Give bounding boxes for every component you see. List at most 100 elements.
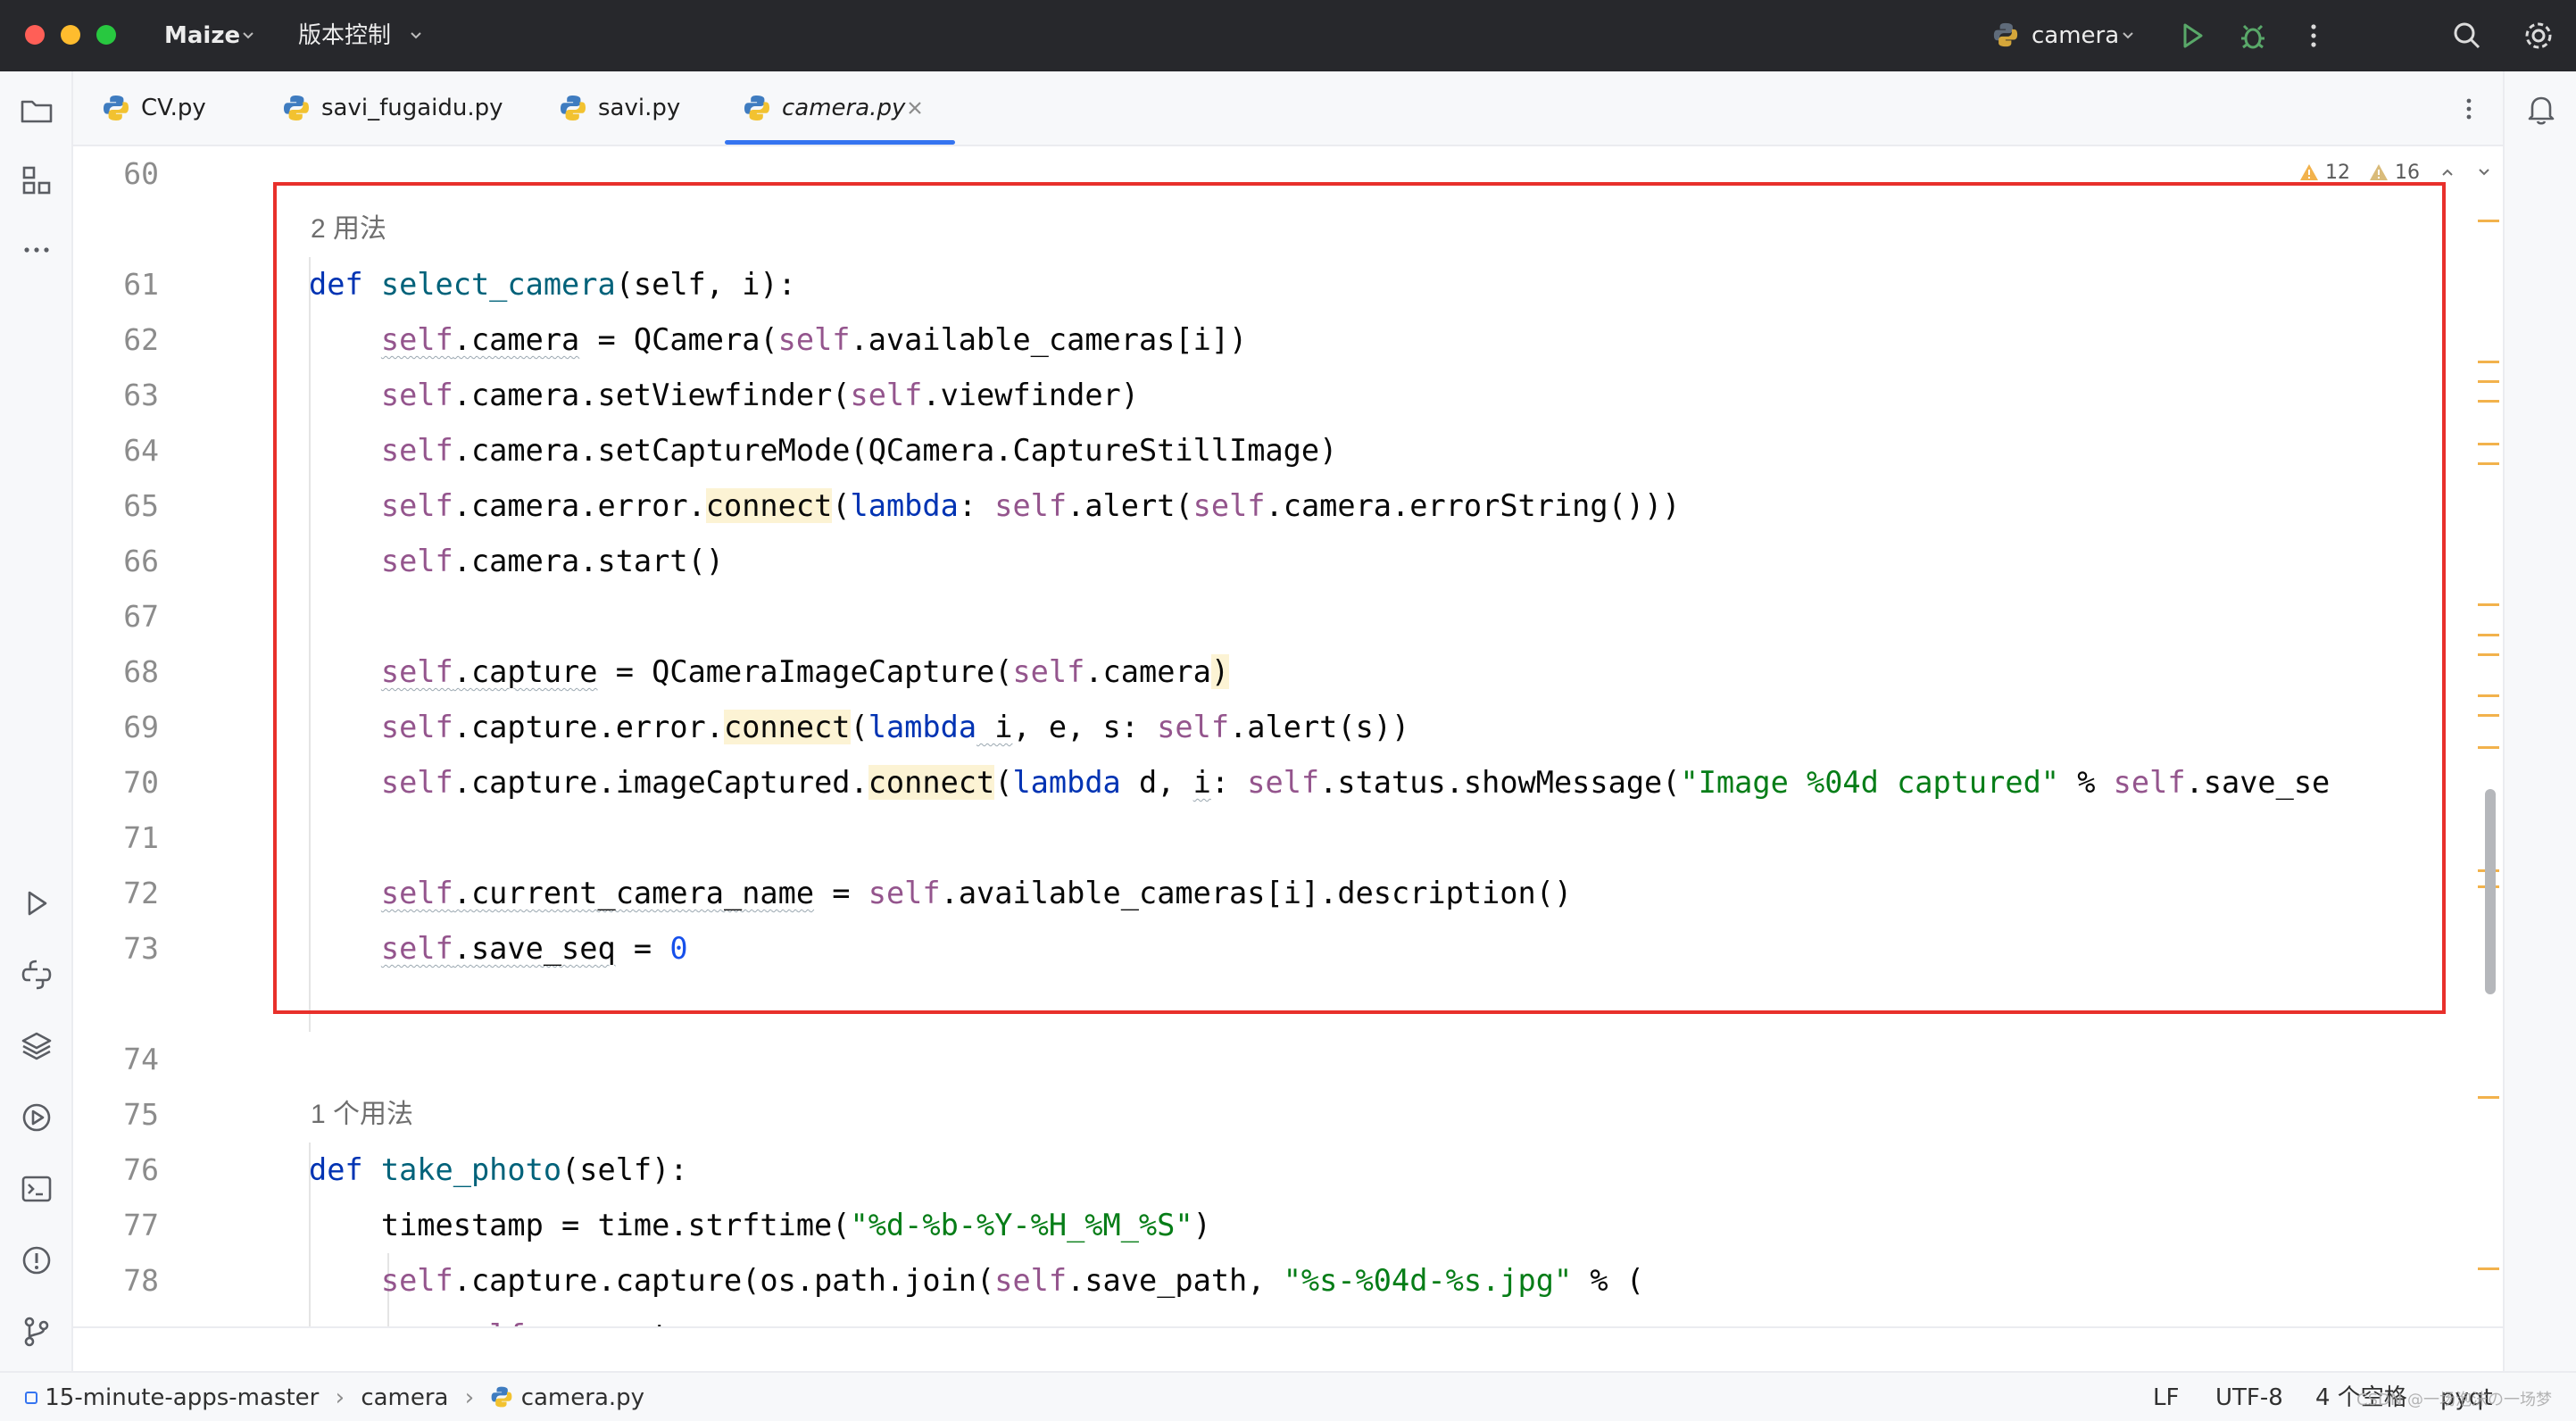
code-line: def select_camera(self, i): — [309, 267, 796, 302]
more-vertical-icon[interactable] — [2294, 16, 2333, 55]
warning-marker[interactable] — [2478, 1267, 2499, 1270]
python-run-config-icon — [1993, 22, 2018, 47]
warning-marker[interactable] — [2478, 603, 2499, 606]
line-number: 77 — [123, 1208, 159, 1242]
code-line: self.capture.imageCaptured.connect(lambd… — [380, 765, 2331, 800]
tab-more-vertical-icon[interactable] — [2449, 89, 2489, 129]
close-tab-icon[interactable] — [903, 96, 927, 120]
vertical-scrollbar-thumb[interactable] — [2485, 789, 2496, 994]
warning-count: 12 — [2325, 162, 2350, 184]
code-line: self.capture = QCameraImageCapture(self.… — [380, 654, 1230, 689]
line-number: 70 — [123, 765, 159, 800]
run-tool-icon[interactable] — [17, 884, 56, 923]
warning-marker[interactable] — [2478, 1096, 2499, 1099]
line-number: 76 — [123, 1152, 159, 1187]
project-folder-icon[interactable] — [17, 91, 56, 130]
tab-label: CV.py — [141, 95, 206, 121]
line-number: 65 — [123, 488, 159, 523]
layers-icon[interactable] — [17, 1026, 56, 1066]
warning-marker[interactable] — [2478, 443, 2499, 445]
warning-marker[interactable] — [2478, 694, 2499, 697]
code-line: self.camera.error.connect(lambda: self.a… — [380, 488, 1681, 523]
tab-cv-py[interactable]: CV.py — [84, 71, 262, 145]
line-number: 66 — [123, 544, 159, 578]
warning-marker[interactable] — [2478, 634, 2499, 636]
weak-warning-count: 16 — [2394, 162, 2420, 184]
window-minimize-button[interactable] — [61, 25, 80, 45]
line-separator[interactable]: LF — [2153, 1382, 2179, 1414]
git-branch-icon[interactable] — [17, 1312, 56, 1351]
python-file-icon — [492, 1386, 512, 1408]
warning-marker[interactable] — [2478, 462, 2499, 465]
watermark: CSDN @一场泡沫の一场梦 — [2356, 1391, 2553, 1409]
services-icon[interactable] — [17, 1098, 56, 1137]
chevron-down-icon[interactable] — [239, 27, 257, 45]
breadcrumb-file[interactable]: camera.py — [521, 1384, 644, 1411]
code-area[interactable]: 2 用法 def select_camera(self, i): self.ca… — [230, 146, 2503, 1326]
structure-icon[interactable] — [17, 161, 56, 200]
python-file-icon — [104, 96, 129, 120]
breadcrumb: 15-minute-apps-master › camera › camera.… — [25, 1382, 644, 1414]
terminal-icon[interactable] — [17, 1169, 56, 1209]
inspection-widget[interactable]: 12 16 — [2299, 157, 2493, 189]
line-number: 73 — [123, 931, 159, 966]
settings-gear-icon[interactable] — [2519, 16, 2558, 55]
code-line: self.save_seq = 0 — [380, 931, 688, 966]
title-bar: Maize 版本控制 camera — [0, 0, 2576, 71]
vcs-menu[interactable]: 版本控制 — [298, 20, 391, 52]
file-encoding[interactable]: UTF-8 — [2215, 1382, 2283, 1414]
run-icon[interactable] — [2173, 16, 2212, 55]
more-horizontal-icon[interactable] — [17, 230, 56, 270]
breadcrumb-folder[interactable]: camera — [361, 1384, 448, 1411]
code-line: self.capture.capture(os.path.join(self.s… — [380, 1263, 1645, 1298]
weak-warning-icon — [2369, 164, 2388, 180]
usages-hint[interactable]: 1 个用法 — [311, 1087, 413, 1143]
tab-label: savi.py — [598, 95, 681, 121]
warning-marker[interactable] — [2478, 400, 2499, 403]
notifications-bell-icon[interactable] — [2522, 89, 2561, 129]
line-number: 60 — [123, 156, 159, 191]
usages-hint[interactable]: 2 用法 — [311, 202, 386, 257]
code-editor[interactable]: 60 61 62 63 64 65 66 67 68 69 70 71 72 7… — [73, 146, 2503, 1326]
line-number: 78 — [123, 1263, 159, 1298]
chevron-down-icon[interactable] — [2119, 27, 2137, 45]
line-number: 75 — [123, 1097, 159, 1132]
run-config-selector[interactable]: camera — [2032, 20, 2119, 52]
module-icon — [25, 1392, 37, 1404]
chevron-up-icon[interactable] — [2439, 163, 2456, 181]
debug-icon[interactable] — [2233, 16, 2273, 55]
code-line: timestamp = time.strftime("%d-%b-%Y-%H_%… — [380, 1208, 1211, 1242]
line-number: 67 — [123, 599, 159, 634]
tab-label: camera.py — [782, 95, 906, 121]
tab-camera-py[interactable]: camera.py — [725, 71, 955, 145]
tab-savi-fugaidu-py[interactable]: savi_fugaidu.py — [264, 71, 568, 145]
line-number: 71 — [123, 820, 159, 855]
python-file-icon — [744, 96, 769, 120]
chevron-right-icon: › — [464, 1384, 475, 1411]
warning-marker[interactable] — [2478, 380, 2499, 383]
window-close-button[interactable] — [25, 25, 45, 45]
search-icon[interactable] — [2447, 16, 2487, 55]
python-console-icon[interactable] — [17, 955, 56, 994]
right-tool-strip — [2503, 71, 2576, 1371]
project-name[interactable]: Maize — [164, 20, 240, 52]
line-number: 61 — [123, 267, 159, 302]
chevron-right-icon: › — [335, 1384, 345, 1411]
editor-tab-bar: CV.py savi_fugaidu.py savi.py camera.py — [73, 71, 2503, 146]
status-bar: 15-minute-apps-master › camera › camera.… — [0, 1371, 2576, 1421]
tab-savi-py[interactable]: savi.py — [541, 71, 737, 145]
chevron-down-icon[interactable] — [407, 27, 425, 45]
breadcrumb-project[interactable]: 15-minute-apps-master — [45, 1384, 319, 1411]
python-file-icon — [561, 96, 586, 120]
warning-marker[interactable] — [2478, 361, 2499, 363]
code-line: self.current_camera_name = self.availabl… — [380, 876, 1573, 910]
warning-marker[interactable] — [2478, 653, 2499, 656]
error-stripe[interactable] — [2474, 146, 2501, 1326]
problems-icon[interactable] — [17, 1241, 56, 1280]
warning-marker[interactable] — [2478, 220, 2499, 222]
window-maximize-button[interactable] — [96, 25, 116, 45]
line-number-gutter: 60 61 62 63 64 65 66 67 68 69 70 71 72 7… — [73, 146, 230, 1326]
warning-marker[interactable] — [2478, 746, 2499, 749]
line-number: 62 — [123, 322, 159, 357]
warning-marker[interactable] — [2478, 714, 2499, 717]
